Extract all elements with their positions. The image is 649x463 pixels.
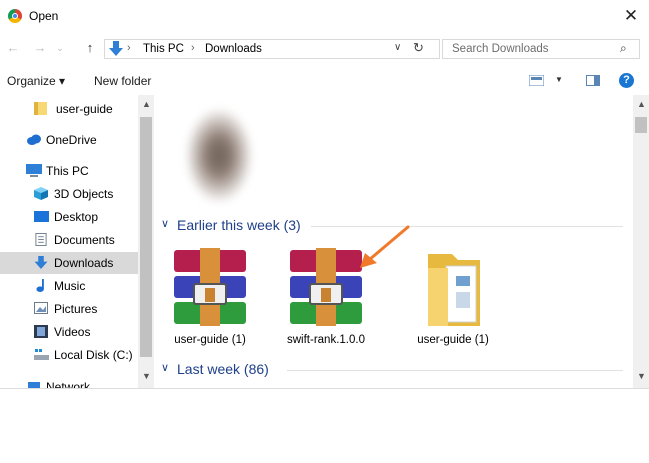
file-name: user-guide (1) [417,334,489,346]
nav-item-label: Desktop [54,210,99,224]
search-box[interactable]: ⌕ [442,39,640,59]
nav-item-label: Music [54,279,86,293]
scroll-down-icon[interactable]: ▼ [637,371,646,381]
nav-item-onedrive[interactable]: OneDrive [0,129,150,151]
scroll-up-icon[interactable]: ▲ [637,99,646,109]
nav-item-label: Downloads [54,256,114,270]
breadcrumb-this-pc[interactable]: This PC [143,43,184,55]
chrome-icon [8,9,22,23]
address-bar[interactable]: › This PC › Downloads ∨ ↻ [104,39,440,59]
disk-icon [34,349,49,360]
folder-icon [428,254,480,326]
nav-item-music[interactable]: Music [0,275,150,297]
nav-item-videos[interactable]: Videos [0,321,150,343]
view-options-icon[interactable] [529,75,544,86]
nav-item-downloads[interactable]: Downloads [0,252,138,274]
nav-item-label: Videos [54,325,91,339]
nav-item-label: user-guide [56,102,113,116]
nav-item-label: 3D Objects [54,187,114,201]
cloud-icon [27,134,41,145]
window-title: Open [29,9,59,23]
navigation-pane: user-guide OneDrive This PC 3D Objects D… [0,95,154,388]
file-item[interactable]: user-guide (1) [408,241,498,351]
cube-icon [34,187,48,200]
file-name: user-guide (1) [174,334,246,346]
nav-item-pictures[interactable]: Pictures [0,298,150,320]
up-arrow-icon[interactable]: ↑ [81,38,99,58]
chevron-down-icon[interactable]: ∨ [161,217,169,230]
group-divider [287,370,623,371]
archive-icon [290,248,362,326]
scroll-up-icon[interactable]: ▲ [142,99,151,109]
archive-icon [174,248,246,326]
desktop-icon [34,211,49,222]
recent-locations-chevron-icon[interactable]: ⌄ [51,38,69,58]
breadcrumb-downloads[interactable]: Downloads [205,43,262,55]
toolbar: Organize ▾ New folder ▼ ? [0,67,649,95]
view-dropdown-icon[interactable]: ▼ [555,75,563,84]
nav-item-local-disk[interactable]: Local Disk (C:) [0,344,150,366]
group-header-last-week[interactable]: ∨ Last week (86) [161,361,629,379]
nav-item-user-guide[interactable]: user-guide [0,98,150,120]
breadcrumb-separator-icon: › [127,42,131,54]
search-input[interactable] [443,40,622,58]
nav-item-label: Documents [54,233,115,247]
back-arrow-icon[interactable]: ← [4,38,22,58]
file-item[interactable]: user-guide (1) [165,241,255,351]
nav-item-label: Local Disk (C:) [54,348,133,362]
document-icon [35,233,47,246]
download-icon [34,256,48,269]
file-name: swift-rank.1.0.0 [287,334,365,346]
chevron-down-icon[interactable]: ∨ [161,361,169,374]
nav-item-documents[interactable]: Documents [0,229,150,251]
group-divider [311,226,623,227]
title-bar: Open ✕ [0,0,649,32]
download-icon [109,41,123,56]
computer-icon [26,164,42,177]
nav-item-desktop[interactable]: Desktop [0,206,150,228]
content-scrollbar[interactable]: ▲ ▼ [633,95,649,388]
group-label: Last week (86) [177,361,269,377]
open-file-dialog: Open ✕ ← → ⌄ ↑ › This PC › Downloads ∨ ↻… [0,0,649,389]
nav-item-network[interactable]: Network [0,376,150,388]
preview-pane-icon[interactable] [586,75,600,86]
address-row: ← → ⌄ ↑ › This PC › Downloads ∨ ↻ ⌕ [0,34,649,64]
new-folder-button[interactable]: New folder [94,74,151,88]
address-dropdown-icon[interactable]: ∨ [394,42,401,53]
refresh-icon[interactable]: ↻ [413,40,424,56]
group-label: Earlier this week (3) [177,217,301,233]
nav-item-3d-objects[interactable]: 3D Objects [0,183,150,205]
forward-arrow-icon[interactable]: → [31,38,49,58]
folder-icon [34,102,47,115]
group-header-earlier-this-week[interactable]: ∨ Earlier this week (3) [161,217,629,235]
nav-item-label: Network [46,380,91,388]
file-item[interactable]: swift-rank.1.0.0 [281,241,371,351]
music-icon [36,279,44,292]
nav-item-label: OneDrive [46,133,97,147]
scrollbar-thumb[interactable] [635,117,647,133]
organize-button[interactable]: Organize ▾ [7,74,65,88]
pictures-icon [34,302,48,314]
file-list: ∨ Earlier this week (3) user-guide (1) s… [155,95,633,388]
nav-item-label: This PC [46,164,89,178]
nav-item-label: Pictures [54,302,98,316]
image-thumbnail[interactable] [172,102,270,205]
scrollbar-thumb[interactable] [140,117,152,357]
help-icon[interactable]: ? [619,73,634,88]
network-icon [28,382,40,388]
scroll-down-icon[interactable]: ▼ [142,371,151,381]
breadcrumb-separator-icon: › [191,42,195,54]
navigation-scrollbar[interactable]: ▲ ▼ [138,95,154,388]
nav-item-this-pc[interactable]: This PC [0,160,150,182]
search-icon[interactable]: ⌕ [620,41,627,56]
close-button[interactable]: ✕ [618,4,644,28]
videos-icon [34,325,48,338]
